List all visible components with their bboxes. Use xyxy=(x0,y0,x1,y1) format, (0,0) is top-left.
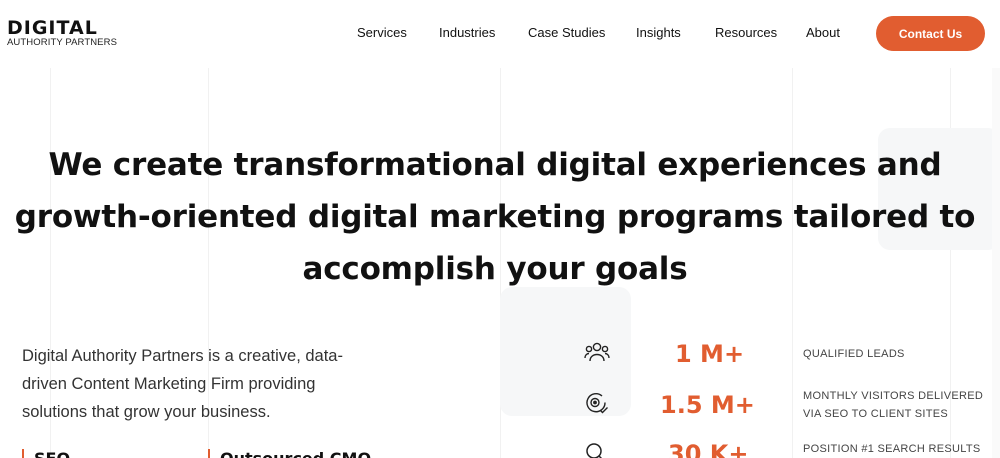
nav-resources[interactable]: Resources xyxy=(715,25,777,40)
intro-paragraph: Digital Authority Partners is a creative… xyxy=(22,347,343,421)
stat-value: 1 M+ xyxy=(675,340,745,368)
nav-insights[interactable]: Insights xyxy=(636,25,681,40)
decorative-panel xyxy=(500,287,631,416)
hero-title-line: accomplish your goals xyxy=(302,251,688,287)
stat-value: 1.5 M+ xyxy=(660,391,755,419)
search-icon xyxy=(586,443,603,458)
service-item-outsourced-cmo[interactable]: Outsourced CMO xyxy=(208,449,371,458)
service-item-seo[interactable]: SEO xyxy=(22,449,70,458)
stat-label: MONTHLY VISITORS DELIVERED VIA SEO TO CL… xyxy=(803,387,983,423)
logo-wordmark: DIGITAL xyxy=(7,17,98,39)
stat-label: POSITION #1 SEARCH RESULTS xyxy=(803,440,981,458)
logo[interactable]: DIGITAL AUTHORITY PARTNERS xyxy=(7,19,125,49)
nav-case-studies[interactable]: Case Studies xyxy=(528,25,605,40)
nav-industries[interactable]: Industries xyxy=(439,25,495,40)
hero-title: We create transformational digital exper… xyxy=(0,139,990,295)
logo-tagline: AUTHORITY PARTNERS xyxy=(7,37,118,48)
hero-title-line: We create transformational digital exper… xyxy=(48,147,942,183)
location-check-icon xyxy=(586,393,608,414)
stat-label-line: POSITION #1 SEARCH RESULTS xyxy=(803,443,981,455)
site-header: DIGITAL AUTHORITY PARTNERS Services Indu… xyxy=(0,0,1000,68)
scrollbar[interactable] xyxy=(992,0,1000,458)
stat-label: QUALIFIED LEADS xyxy=(803,345,905,363)
stat-label-line: QUALIFIED LEADS xyxy=(803,348,905,360)
nav-about[interactable]: About xyxy=(806,25,840,40)
users-icon xyxy=(584,342,610,362)
contact-us-button[interactable]: Contact Us xyxy=(876,16,985,51)
stat-label-line: MONTHLY VISITORS DELIVERED xyxy=(803,390,984,402)
nav-services[interactable]: Services xyxy=(357,25,407,40)
stat-label-line: VIA SEO TO CLIENT SITES xyxy=(803,408,949,420)
hero-title-line: growth-oriented digital marketing progra… xyxy=(14,199,976,235)
stat-value: 30 K+ xyxy=(668,440,749,458)
